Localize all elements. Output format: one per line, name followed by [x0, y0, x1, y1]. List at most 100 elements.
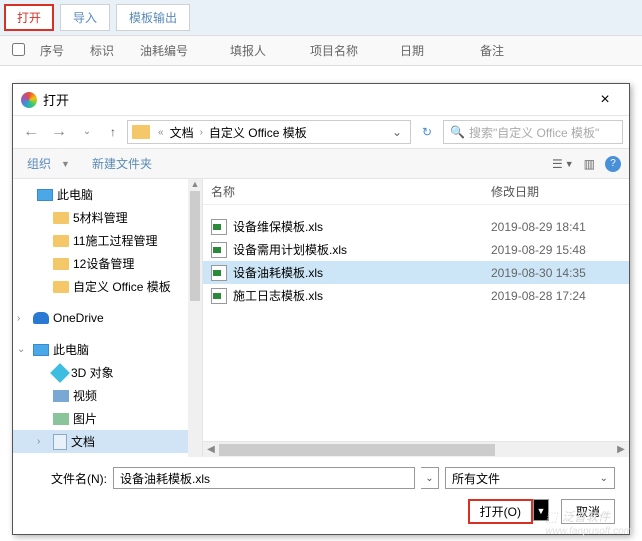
file-row-selected[interactable]: 设备油耗模板.xls 2019-08-30 14:35	[203, 261, 629, 284]
file-list: 设备维保模板.xls 2019-08-29 18:41 设备需用计划模板.xls…	[203, 205, 629, 441]
col-project[interactable]: 项目名称	[302, 42, 392, 59]
tree-documents[interactable]: ›文档	[13, 430, 202, 453]
scroll-right-icon[interactable]: ▶	[613, 444, 629, 455]
pc-icon	[33, 344, 49, 356]
filename-dropdown[interactable]: ⌄	[421, 467, 439, 489]
close-icon[interactable]: ×	[589, 91, 621, 109]
folder-icon	[53, 258, 69, 270]
chevron-down-icon: ⌄	[600, 473, 608, 484]
organize-bar: 组织 ▼ 新建文件夹 ☰ ▼ ▥ ?	[13, 148, 629, 179]
history-dropdown[interactable]: ⌄	[75, 120, 99, 144]
chevron-down-icon: ▼	[565, 159, 574, 169]
xls-icon	[211, 288, 227, 304]
scroll-up-icon[interactable]: ▲	[188, 179, 202, 189]
organize-button[interactable]: 组织	[21, 153, 57, 174]
folder-icon	[132, 125, 150, 139]
file-list-pane: 名称 修改日期 设备维保模板.xls 2019-08-29 18:41 设备需用…	[203, 179, 629, 457]
col-seq[interactable]: 序号	[32, 42, 82, 59]
tree-this-pc-top[interactable]: 此电脑	[13, 183, 202, 206]
help-button[interactable]: ?	[605, 156, 621, 172]
chevron-down-icon[interactable]: ▼	[57, 159, 74, 169]
list-icon: ☰	[552, 157, 563, 171]
folder-tree: 此电脑 5材料管理 11施工过程管理 12设备管理 自定义 Office 模板 …	[13, 179, 203, 457]
preview-pane-button[interactable]: ▥	[584, 157, 595, 171]
folder-icon	[53, 281, 69, 293]
chevron-right-icon: ›	[196, 127, 207, 138]
scroll-left-icon[interactable]: ◀	[203, 444, 219, 455]
file-list-headers: 名称 修改日期	[203, 179, 629, 205]
xls-icon	[211, 242, 227, 258]
collapse-icon[interactable]: ⌄	[17, 344, 29, 355]
tree-3d-objects[interactable]: 3D 对象	[13, 361, 202, 384]
tree-scrollbar[interactable]: ▲	[188, 179, 202, 457]
up-button[interactable]: ↑	[103, 122, 123, 142]
expand-icon[interactable]: ›	[37, 436, 49, 447]
cube-icon	[50, 363, 70, 383]
forward-button[interactable]: →	[47, 120, 71, 144]
template-export-button[interactable]: 模板输出	[116, 4, 190, 31]
breadcrumb[interactable]: « 文档 › 自定义 Office 模板 ⌄	[127, 120, 411, 144]
new-folder-button[interactable]: 新建文件夹	[86, 153, 158, 174]
col-mark[interactable]: 标识	[82, 42, 132, 59]
search-placeholder: 搜索"自定义 Office 模板"	[469, 124, 616, 141]
file-row[interactable]: 施工日志模板.xls 2019-08-28 17:24	[203, 284, 629, 307]
document-icon	[53, 434, 67, 450]
xls-icon	[211, 219, 227, 235]
import-button[interactable]: 导入	[60, 4, 110, 31]
tree-folder-1[interactable]: 5材料管理	[13, 206, 202, 229]
expand-icon[interactable]: ›	[17, 313, 29, 324]
header-date[interactable]: 修改日期	[491, 183, 621, 200]
open-file-button[interactable]: 打开(O)	[468, 499, 533, 524]
scroll-thumb[interactable]	[219, 444, 495, 456]
col-code[interactable]: 油耗编号	[132, 42, 222, 59]
search-icon: 🔍	[450, 125, 465, 139]
open-dropdown[interactable]: ▼	[533, 499, 549, 521]
picture-icon	[53, 413, 69, 425]
tree-folder-2[interactable]: 11施工过程管理	[13, 229, 202, 252]
cancel-button[interactable]: 取消	[561, 499, 615, 524]
select-all-checkbox[interactable]	[12, 43, 25, 56]
file-row[interactable]: 设备维保模板.xls 2019-08-29 18:41	[203, 215, 629, 238]
video-icon	[53, 390, 69, 402]
refresh-button[interactable]: ↻	[415, 125, 439, 139]
chevron-right-icon: «	[154, 127, 168, 138]
dialog-title: 打开	[43, 90, 589, 109]
cloud-icon	[33, 312, 49, 324]
search-input[interactable]: 🔍 搜索"自定义 Office 模板"	[443, 120, 623, 144]
file-type-filter[interactable]: 所有文件 ⌄	[445, 467, 615, 489]
back-button[interactable]: ←	[19, 120, 43, 144]
preview-icon: ▥	[584, 157, 595, 171]
file-open-dialog: 打开 × ← → ⌄ ↑ « 文档 › 自定义 Office 模板 ⌄ ↻ 🔍 …	[12, 83, 630, 535]
main-toolbar: 打开 导入 模板输出	[0, 0, 642, 35]
main-split: 此电脑 5材料管理 11施工过程管理 12设备管理 自定义 Office 模板 …	[13, 179, 629, 457]
tree-onedrive[interactable]: ›OneDrive	[13, 308, 202, 328]
tree-folder-4[interactable]: 自定义 Office 模板	[13, 275, 202, 298]
tree-pictures[interactable]: 图片	[13, 407, 202, 430]
header-name[interactable]: 名称	[211, 183, 491, 200]
pc-icon	[37, 189, 53, 201]
tree-folder-3[interactable]: 12设备管理	[13, 252, 202, 275]
dialog-titlebar: 打开 ×	[13, 84, 629, 116]
tree-videos[interactable]: 视频	[13, 384, 202, 407]
path-seg-1[interactable]: 文档	[168, 124, 196, 141]
app-icon	[21, 92, 37, 108]
grid-column-headers: 序号 标识 油耗编号 填报人 项目名称 日期 备注	[0, 35, 642, 66]
col-date[interactable]: 日期	[392, 42, 472, 59]
filename-input[interactable]: 设备油耗模板.xls	[113, 467, 415, 489]
view-mode-button[interactable]: ☰ ▼	[552, 157, 574, 171]
nav-bar: ← → ⌄ ↑ « 文档 › 自定义 Office 模板 ⌄ ↻ 🔍 搜索"自定…	[13, 116, 629, 148]
tree-this-pc[interactable]: ⌄此电脑	[13, 338, 202, 361]
open-button[interactable]: 打开	[4, 4, 54, 31]
scroll-thumb[interactable]	[190, 191, 200, 301]
path-seg-2[interactable]: 自定义 Office 模板	[207, 124, 309, 141]
xls-icon	[211, 265, 227, 281]
path-dropdown[interactable]: ⌄	[388, 125, 406, 139]
col-filler[interactable]: 填报人	[222, 42, 302, 59]
horizontal-scrollbar[interactable]: ◀ ▶	[203, 441, 629, 457]
file-row[interactable]: 设备需用计划模板.xls 2019-08-29 15:48	[203, 238, 629, 261]
filename-label: 文件名(N):	[27, 470, 107, 487]
folder-icon	[53, 212, 69, 224]
folder-icon	[53, 235, 69, 247]
scroll-track[interactable]	[219, 444, 613, 456]
col-remark[interactable]: 备注	[472, 42, 532, 59]
